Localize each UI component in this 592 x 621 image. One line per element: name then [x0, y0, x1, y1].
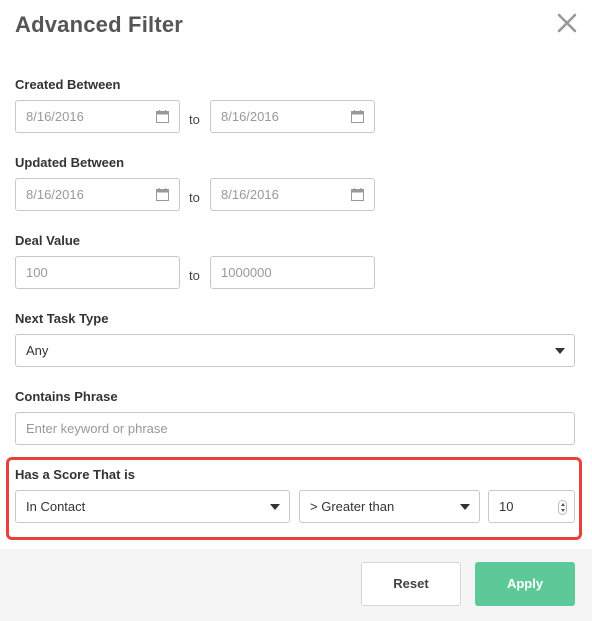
dialog-title: Advanced Filter [15, 12, 184, 37]
contains-phrase-label: Contains Phrase [15, 389, 118, 404]
apply-button[interactable]: Apply [475, 562, 575, 606]
deal-value-max-placeholder: 1000000 [221, 265, 272, 280]
reset-button[interactable]: Reset [361, 562, 461, 606]
chevron-down-icon [270, 504, 280, 510]
deal-value-label: Deal Value [15, 233, 81, 248]
deal-value-min-placeholder: 100 [26, 265, 48, 280]
contains-phrase-input[interactable]: Enter keyword or phrase [15, 412, 575, 445]
close-icon[interactable] [556, 12, 578, 34]
updated-between-label: Updated Between [15, 155, 125, 170]
next-task-type-value: Any [26, 343, 49, 358]
spinner-up-icon[interactable] [560, 503, 565, 506]
score-operator-value: > Greater than [310, 499, 395, 514]
created-to-date-field[interactable]: 8/16/2016 [210, 100, 375, 133]
score-operator-select[interactable]: > Greater than [299, 490, 480, 523]
score-scope-value: In Contact [26, 499, 86, 514]
score-label: Has a Score That is [15, 467, 135, 482]
next-task-type-select[interactable]: Any [15, 334, 575, 367]
updated-to-date-field[interactable]: 8/16/2016 [210, 178, 375, 211]
dialog-footer: Reset Apply [0, 549, 592, 621]
next-task-type-label: Next Task Type [15, 311, 109, 326]
spinner-down-icon[interactable] [560, 509, 565, 512]
chevron-down-icon [460, 504, 470, 510]
updated-from-date-field[interactable]: 8/16/2016 [15, 178, 180, 211]
created-from-value: 8/16/2016 [26, 109, 84, 124]
advanced-filter-dialog: Advanced Filter Created Between 8/16/201… [0, 0, 592, 621]
number-spinner-icon[interactable] [558, 500, 567, 515]
calendar-icon[interactable] [351, 188, 364, 201]
deal-value-max-input[interactable]: 1000000 [210, 256, 375, 289]
deal-value-min-input[interactable]: 100 [15, 256, 180, 289]
updated-from-value: 8/16/2016 [26, 187, 84, 202]
deal-value-to-word: to [189, 268, 200, 283]
updated-to-word: to [189, 190, 200, 205]
calendar-icon[interactable] [156, 188, 169, 201]
calendar-icon[interactable] [351, 110, 364, 123]
score-scope-select[interactable]: In Contact [15, 490, 290, 523]
calendar-icon[interactable] [156, 110, 169, 123]
created-to-value: 8/16/2016 [221, 109, 279, 124]
created-to-word: to [189, 112, 200, 127]
contains-phrase-placeholder: Enter keyword or phrase [26, 421, 168, 436]
chevron-down-icon [555, 348, 565, 354]
score-value: 10 [499, 499, 514, 514]
created-from-date-field[interactable]: 8/16/2016 [15, 100, 180, 133]
created-between-label: Created Between [15, 77, 121, 92]
updated-to-value: 8/16/2016 [221, 187, 279, 202]
score-value-stepper[interactable]: 10 [488, 490, 575, 523]
